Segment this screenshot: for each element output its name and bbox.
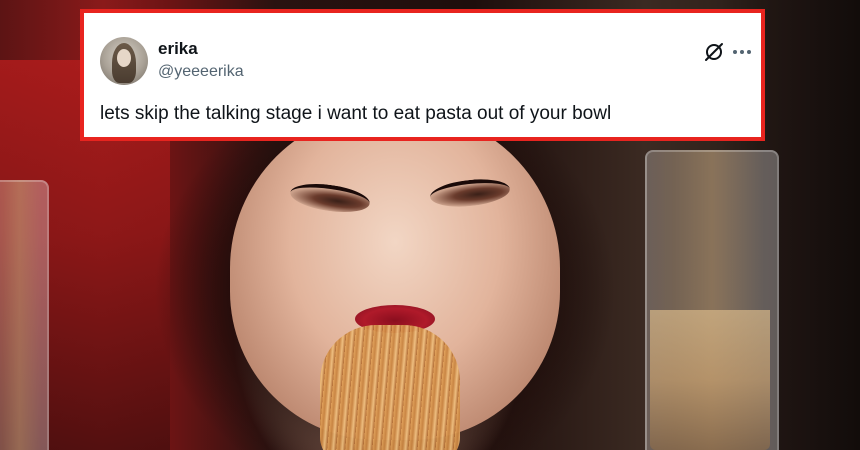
meme-image: erika @yeeeerika lets skip the talking s… (0, 0, 860, 450)
avatar-face (117, 49, 131, 67)
display-name[interactable]: erika (158, 39, 198, 59)
glass-liquid (650, 310, 770, 450)
mute-icon[interactable] (702, 40, 726, 64)
avatar[interactable] (100, 37, 148, 85)
pasta-strands (320, 325, 460, 450)
tweet-text: lets skip the talking stage i want to ea… (100, 103, 612, 124)
champagne-glass-left (0, 180, 49, 450)
user-handle[interactable]: @yeeeerika (158, 63, 244, 81)
tweet-card: erika @yeeeerika lets skip the talking s… (80, 9, 765, 141)
more-dots-icon[interactable] (730, 40, 754, 64)
